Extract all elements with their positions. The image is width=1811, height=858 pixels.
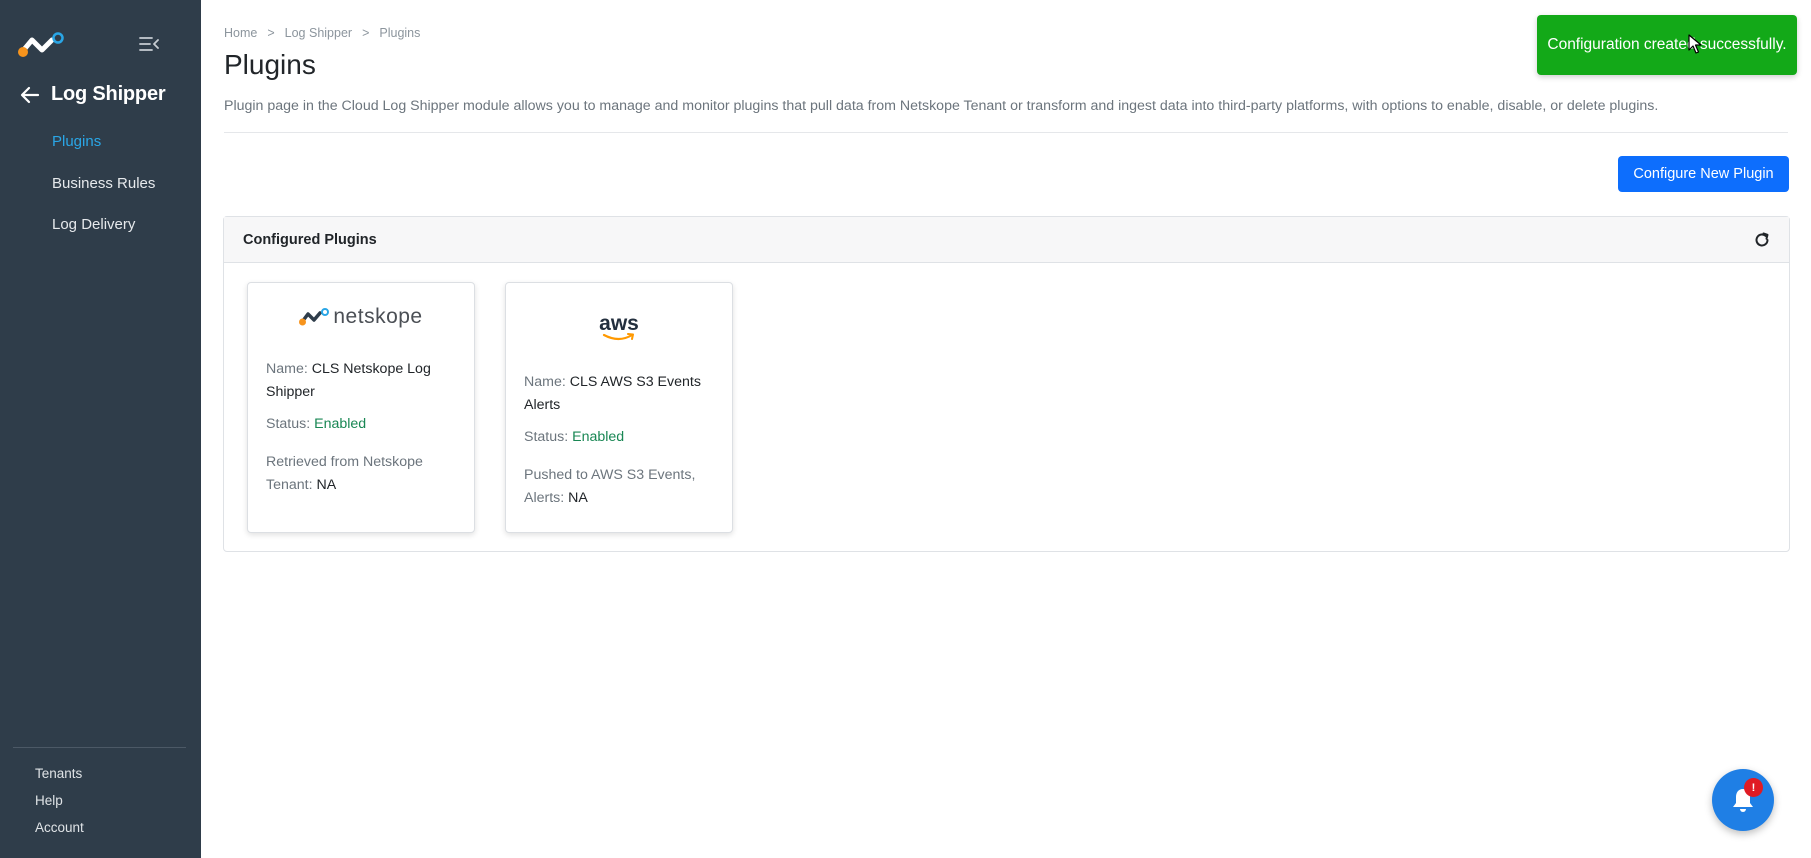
panel-title: Configured Plugins	[243, 231, 377, 248]
plugin-status: Status: Enabled	[266, 413, 461, 436]
breadcrumb-separator: >	[267, 26, 275, 40]
toast-message: Configuration created successfully.	[1547, 36, 1787, 53]
plugin-name: Name: CLS AWS S3 Events Alerts	[524, 371, 719, 416]
sidebar-item-plugins[interactable]: Plugins	[52, 133, 101, 150]
netskope-logo-text: netskope	[333, 305, 423, 328]
mouse-cursor-icon	[1688, 34, 1702, 54]
plugin-card-aws[interactable]: aws Name: CLS AWS S3 Events Alerts Statu…	[505, 282, 733, 533]
page-description: Plugin page in the Cloud Log Shipper mod…	[224, 98, 1659, 114]
plugin-status: Status: Enabled	[524, 426, 719, 449]
sidebar-footer-account[interactable]: Account	[35, 820, 84, 835]
netskope-plugin-logo: netskope	[248, 305, 474, 329]
aws-logo-text: aws	[599, 312, 639, 335]
plugin-card-netskope[interactable]: netskope Name: CLS Netskope Log Shipper …	[247, 282, 475, 533]
refresh-icon[interactable]	[1753, 231, 1771, 249]
sidebar-footer-tenants[interactable]: Tenants	[35, 766, 82, 781]
netskope-mark-icon	[299, 308, 330, 326]
sidebar-item-log-delivery[interactable]: Log Delivery	[52, 216, 135, 233]
collapse-sidebar-icon[interactable]	[139, 35, 159, 53]
module-title: Log Shipper	[51, 83, 166, 105]
sidebar-item-business-rules[interactable]: Business Rules	[52, 175, 155, 192]
breadcrumb: Home > Log Shipper > Plugins	[224, 26, 420, 40]
notification-badge: !	[1744, 778, 1763, 797]
sidebar: Log Shipper Plugins Business Rules Log D…	[0, 0, 201, 858]
success-toast[interactable]: Configuration created successfully.	[1537, 15, 1797, 75]
name-label: Name:	[266, 361, 308, 377]
panel-header: Configured Plugins	[224, 217, 1789, 263]
breadcrumb-plugins: Plugins	[379, 26, 421, 40]
sidebar-footer-help[interactable]: Help	[35, 793, 63, 808]
configured-plugins-panel: Configured Plugins netskope Name: CLS Ne…	[223, 216, 1790, 552]
plugin-detail: Retrieved from Netskope Tenant: NA	[266, 451, 461, 496]
status-value: Enabled	[572, 429, 625, 445]
status-value: Enabled	[314, 416, 367, 432]
name-label: Name:	[524, 374, 566, 390]
status-label: Status:	[266, 416, 311, 432]
aws-smile-icon	[602, 333, 634, 341]
status-label: Status:	[524, 429, 569, 445]
plugin-name: Name: CLS Netskope Log Shipper	[266, 358, 461, 403]
breadcrumb-home[interactable]: Home	[224, 26, 257, 40]
aws-plugin-logo: aws	[506, 312, 732, 341]
sidebar-divider	[13, 747, 186, 748]
plugin-detail: Pushed to AWS S3 Events, Alerts: NA	[524, 464, 719, 509]
detail-label: Retrieved from Netskope Tenant:	[266, 454, 423, 493]
header-divider	[224, 132, 1788, 133]
detail-value: NA	[568, 489, 588, 506]
detail-label: Pushed to AWS S3 Events, Alerts:	[524, 467, 696, 506]
arrow-left-icon	[20, 86, 40, 103]
page-title: Plugins	[224, 49, 316, 80]
netskope-logo-icon[interactable]	[18, 32, 64, 58]
configure-new-plugin-button[interactable]: Configure New Plugin	[1618, 156, 1789, 192]
back-to-module[interactable]: Log Shipper	[20, 83, 166, 106]
detail-value: NA	[316, 476, 337, 493]
notifications-button[interactable]	[1712, 769, 1774, 831]
breadcrumb-separator: >	[362, 26, 370, 40]
breadcrumb-log-shipper[interactable]: Log Shipper	[285, 26, 352, 40]
